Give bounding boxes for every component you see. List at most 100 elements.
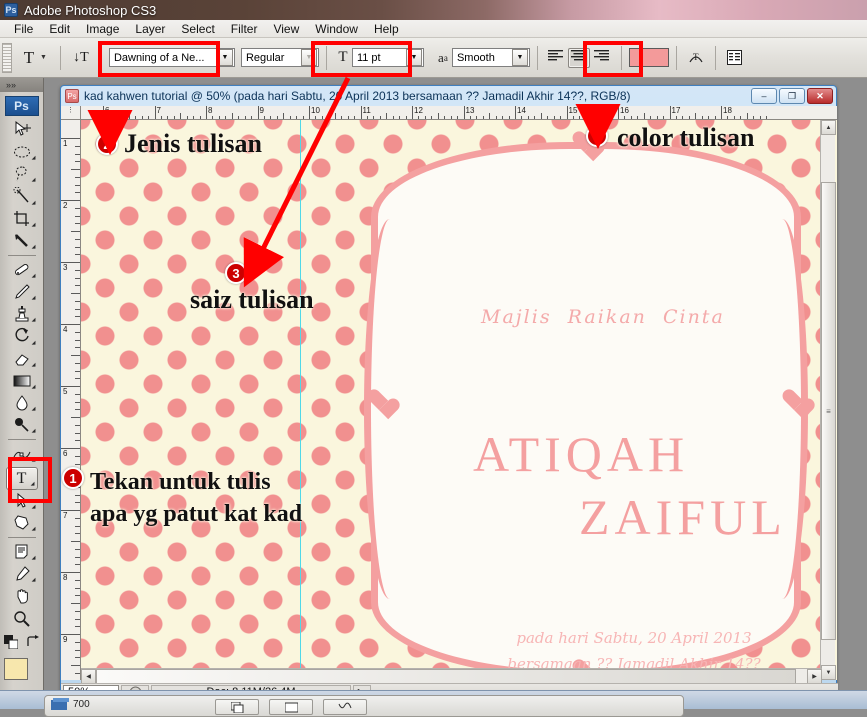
close-button[interactable]: ✕	[807, 88, 833, 104]
vertical-ruler[interactable]: 123456789	[61, 120, 81, 680]
horizontal-scrollbar-thumb[interactable]	[96, 669, 796, 684]
divider	[621, 46, 622, 70]
tool-notes[interactable]: ◢	[6, 541, 38, 563]
ruler-minor-tick	[71, 355, 80, 356]
menu-item-filter[interactable]: Filter	[223, 21, 266, 37]
tool-hand[interactable]	[6, 585, 38, 607]
tool-eraser[interactable]: ◢	[6, 348, 38, 370]
tool-expand-icon: ◢	[32, 155, 36, 161]
menu-item-view[interactable]: View	[265, 21, 307, 37]
vertical-scrollbar-thumb[interactable]: ≡	[821, 182, 836, 640]
taskbar-app-2[interactable]	[269, 699, 313, 715]
type-tool-icon[interactable]: T	[16, 45, 42, 71]
align-left-button[interactable]	[545, 48, 567, 68]
card-heading-text: Majlis Raikan Cinta	[481, 306, 725, 328]
menu-item-edit[interactable]: Edit	[41, 21, 78, 37]
swap-colors-icon[interactable]	[26, 635, 40, 654]
tool-expand-icon: ◢	[32, 406, 36, 412]
restore-button[interactable]: ❐	[779, 88, 805, 104]
text-color-swatch[interactable]	[629, 48, 669, 67]
warp-text-icon[interactable]: T	[684, 47, 708, 69]
card-groom-name-text: ZAIFUL	[579, 488, 787, 546]
ruler-minor-tick	[75, 278, 80, 279]
tool-crop[interactable]: ◢	[6, 208, 38, 230]
ruler-minor-tick	[75, 518, 80, 519]
ruler-major-tick	[464, 106, 465, 120]
tool-lasso[interactable]: ◢	[6, 163, 38, 185]
ruler-minor-tick	[75, 673, 80, 674]
chevron-down-icon[interactable]: ▼	[406, 49, 422, 66]
ruler-label: 9	[63, 635, 67, 644]
menu-item-help[interactable]: Help	[366, 21, 407, 37]
tool-shape[interactable]: ◢	[6, 512, 38, 534]
tool-slice[interactable]: ◢	[6, 230, 38, 252]
font-style-select[interactable]: Regular ▼	[241, 48, 319, 67]
font-size-select[interactable]: 11 pt ▼	[352, 48, 424, 67]
align-center-button[interactable]	[568, 48, 590, 68]
document-title: kad kahwen tutorial @ 50% (pada hari Sab…	[84, 89, 749, 103]
color-swatches[interactable]	[4, 658, 40, 688]
tool-path-selection[interactable]: ◢	[6, 490, 38, 512]
taskbar-item[interactable]: 700	[44, 695, 684, 717]
font-family-value: Dawning of a Ne...	[114, 52, 217, 64]
document-title-bar[interactable]: Ps kad kahwen tutorial @ 50% (pada hari …	[61, 86, 836, 106]
tool-healing-brush[interactable]: ◢	[6, 259, 38, 281]
tool-move[interactable]	[6, 119, 38, 141]
ruler-minor-tick	[75, 425, 80, 426]
vertical-scrollbar[interactable]: ▲ ≡ ▼	[820, 120, 835, 680]
card-bride-name-text: ATIQAH	[473, 425, 689, 483]
font-family-select[interactable]: Dawning of a Ne... ▼	[109, 48, 235, 67]
scroll-down-button[interactable]: ▼	[821, 665, 836, 680]
tool-blur[interactable]: ◢	[6, 392, 38, 414]
canvas-area[interactable]: Majlis Raikan Cinta ATIQAH ZAIFUL pada h…	[81, 120, 837, 680]
palette-dock-toggle[interactable]: »»	[0, 78, 44, 92]
chevron-down-icon[interactable]: ▼	[217, 49, 233, 66]
tool-brush[interactable]: ◢	[6, 281, 38, 303]
heart-icon-left	[366, 390, 392, 414]
character-palette-icon[interactable]	[723, 47, 747, 69]
ruler-minor-tick	[75, 394, 80, 395]
ruler-minor-tick	[75, 154, 80, 155]
align-right-button[interactable]	[591, 48, 613, 68]
tool-zoom[interactable]	[6, 608, 38, 630]
taskbar-app-1[interactable]	[215, 699, 259, 715]
chevron-down-icon[interactable]: ▼	[512, 49, 528, 66]
text-orientation-icon[interactable]: ↓T	[68, 45, 94, 71]
options-bar-grip[interactable]	[2, 43, 12, 73]
divider	[326, 46, 327, 70]
ruler-minor-tick	[71, 665, 80, 666]
tool-gradient[interactable]: ◢	[6, 370, 38, 392]
tool-eyedropper[interactable]: ◢	[6, 563, 38, 585]
menu-item-window[interactable]: Window	[307, 21, 366, 37]
anti-alias-select[interactable]: Smooth ▼	[452, 48, 530, 67]
scroll-right-button[interactable]: ▶	[807, 669, 822, 684]
menu-item-file[interactable]: File	[6, 21, 41, 37]
tool-dodge[interactable]: ◢	[6, 414, 38, 436]
taskbar-app-3[interactable]	[323, 699, 367, 715]
tool-expand-icon: ◢	[32, 526, 36, 532]
tool-marquee[interactable]: ◢	[6, 141, 38, 163]
tool-magic-wand[interactable]: ◢	[6, 185, 38, 207]
divider	[676, 46, 677, 70]
tool-preset-chevron-down-icon[interactable]: ▼	[40, 54, 47, 61]
scroll-up-button[interactable]: ▲	[821, 120, 836, 135]
tool-pen[interactable]: ◢	[6, 443, 38, 465]
ruler-label: 8	[63, 573, 67, 582]
foreground-color-swatch[interactable]	[4, 658, 28, 680]
annotation-text-3: saiz tulisan	[190, 285, 314, 315]
ruler-minor-tick	[75, 208, 80, 209]
minimize-button[interactable]: –	[751, 88, 777, 104]
tool-type[interactable]: T ◢	[6, 467, 38, 489]
default-colors-icon[interactable]	[4, 635, 18, 654]
menu-item-select[interactable]: Select	[173, 21, 222, 37]
scroll-left-button[interactable]: ◀	[81, 669, 96, 684]
ruler-minor-tick	[75, 192, 80, 193]
menu-item-layer[interactable]: Layer	[127, 21, 173, 37]
menu-item-image[interactable]: Image	[78, 21, 127, 37]
tool-clone-stamp[interactable]: ◢	[6, 303, 38, 325]
ruler-minor-tick	[75, 611, 80, 612]
tool-history-brush[interactable]: ◢	[6, 325, 38, 347]
horizontal-scrollbar[interactable]: ◀ ▶	[81, 668, 822, 683]
horizontal-ruler[interactable]: 6789101112131415161718	[81, 106, 837, 120]
chevron-down-icon[interactable]: ▼	[301, 49, 317, 66]
